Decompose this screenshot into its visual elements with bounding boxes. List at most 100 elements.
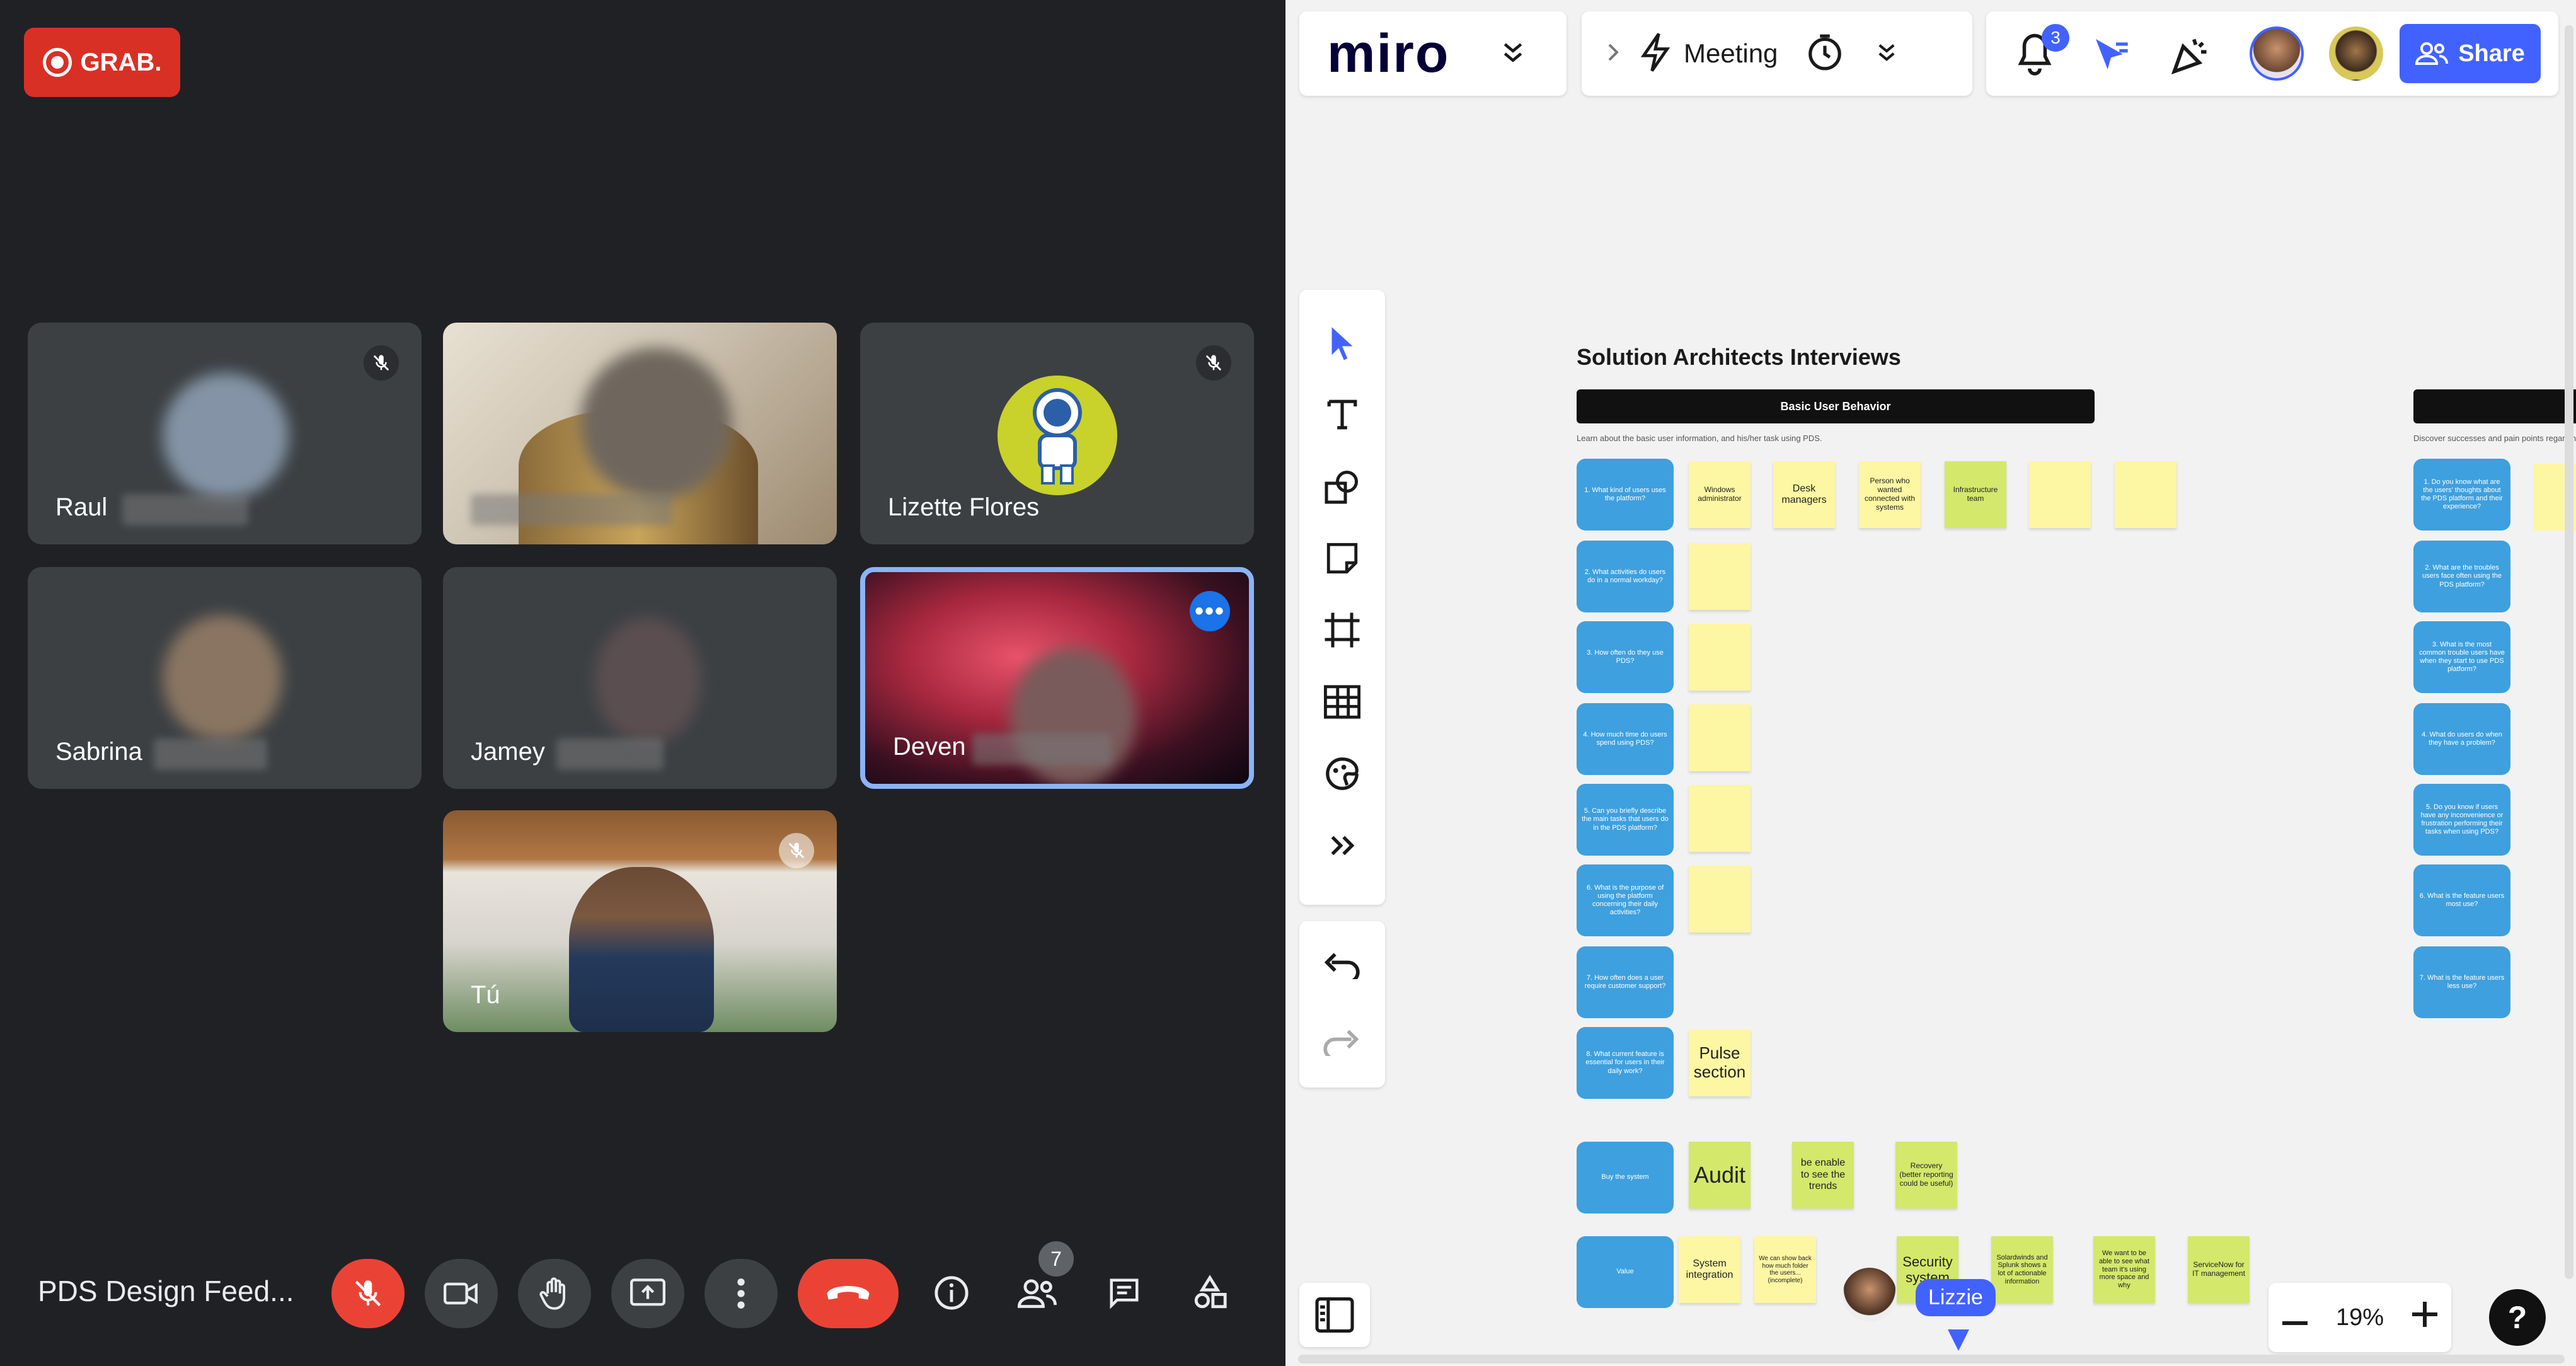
question-card[interactable]: 1. What kind of users uses the platform? xyxy=(1577,459,1674,531)
frames-panel-button[interactable] xyxy=(1299,1283,1370,1347)
collaborator-avatar[interactable] xyxy=(2329,26,2383,81)
question-card[interactable]: 6. What is the purpose of using the plat… xyxy=(1577,864,1674,936)
blurred-name xyxy=(471,494,672,525)
board-menu-chevron-icon[interactable] xyxy=(1502,40,1524,68)
more-actions-button[interactable] xyxy=(704,1259,778,1328)
recording-indicator[interactable]: GRAB. xyxy=(24,28,180,97)
frame-tool-icon[interactable] xyxy=(1320,607,1365,653)
zoom-out-icon[interactable] xyxy=(2282,1304,2308,1331)
raise-hand-button[interactable] xyxy=(518,1259,591,1328)
participant-tile-jamey[interactable]: Jamey xyxy=(443,567,837,789)
sticky-note[interactable]: Recovery (better reporting could be usef… xyxy=(1895,1142,1957,1208)
question-card[interactable]: 3. What is the most common trouble users… xyxy=(2413,621,2510,693)
record-icon xyxy=(42,48,72,77)
participant-tile-sabrina[interactable]: Sabrina xyxy=(28,567,422,789)
mic-toggle-button[interactable] xyxy=(331,1259,405,1328)
participant-tile-lizette[interactable]: Lizette Flores xyxy=(860,323,1254,544)
sticky-note[interactable] xyxy=(2029,461,2091,528)
miro-board[interactable]: miro Meeting 3 Share Solution Architects… xyxy=(1285,0,2576,1366)
meeting-info-button[interactable] xyxy=(926,1268,977,1318)
sticky-note[interactable] xyxy=(1689,785,1751,852)
undo-icon[interactable] xyxy=(1322,949,1361,984)
text-tool-icon[interactable] xyxy=(1320,392,1365,437)
zoom-level[interactable]: 19% xyxy=(2336,1304,2384,1331)
section-subtitle-2[interactable]: Discover successes and pain points regar… xyxy=(2413,433,2576,443)
section-header[interactable]: Basic User Behavior xyxy=(1577,389,2095,423)
redo-icon[interactable] xyxy=(1322,1026,1361,1061)
sticky-note[interactable]: ServiceNow for IT management xyxy=(2188,1236,2250,1303)
question-card[interactable]: 5. Can you briefly describe the main tas… xyxy=(1577,784,1674,856)
blurred-surname xyxy=(972,733,1111,765)
activities-button[interactable] xyxy=(1185,1268,1235,1318)
category-card[interactable]: Value xyxy=(1577,1236,1674,1308)
question-card[interactable]: 2. What are the troubles users face ofte… xyxy=(2413,541,2510,612)
category-card[interactable]: Buy the system xyxy=(1577,1142,1674,1214)
question-card[interactable]: 1. Do you know what are the users' thoug… xyxy=(2413,459,2510,531)
avatar xyxy=(1010,648,1136,784)
question-card[interactable]: 3. How often do they use PDS? xyxy=(1577,621,1674,693)
chevron-right-icon[interactable] xyxy=(1607,42,1619,66)
reactions-icon[interactable] xyxy=(2091,34,2131,77)
table-tool-icon[interactable] xyxy=(1320,679,1365,725)
participant-tile-raul[interactable]: Raul xyxy=(28,323,422,544)
question-card[interactable]: 5. Do you know if users have any inconve… xyxy=(2413,784,2510,856)
question-card[interactable]: 4. What do users do when they have a pro… xyxy=(2413,703,2510,775)
participant-tile-2[interactable] xyxy=(443,323,837,544)
sticky-note[interactable]: Pulse section xyxy=(1689,1030,1751,1096)
double-chevron-down-icon[interactable] xyxy=(1877,41,1896,67)
more-options-button[interactable]: ••• xyxy=(1190,591,1230,631)
sticky-note-tool-icon[interactable] xyxy=(1320,536,1365,581)
vertical-scrollbar[interactable] xyxy=(2565,25,2573,1279)
sticky-note[interactable]: Infrastructure team xyxy=(1945,461,2006,528)
sticky-note[interactable]: We want to be able to see what team it's… xyxy=(2093,1236,2155,1303)
camera-toggle-button[interactable] xyxy=(425,1259,498,1328)
sticky-note[interactable] xyxy=(1689,704,1751,771)
sticky-note[interactable]: Audit xyxy=(1689,1142,1751,1208)
sticky-note[interactable]: Solardwinds and Splunk shows a lot of ac… xyxy=(1991,1236,2053,1303)
notification-badge: 3 xyxy=(2042,24,2069,52)
sticky-note[interactable]: Person who wanted connected with systems xyxy=(1859,461,1921,528)
meeting-label[interactable]: Meeting xyxy=(1684,38,1778,69)
sticky-note[interactable] xyxy=(1689,624,1751,691)
zoom-in-icon[interactable] xyxy=(2412,1302,2437,1333)
collaborator-avatar[interactable] xyxy=(2250,26,2304,81)
question-card[interactable]: 8. What current feature is essential for… xyxy=(1577,1027,1674,1099)
horizontal-scrollbar[interactable] xyxy=(1298,1355,2565,1363)
zoom-controls: 19% xyxy=(2268,1283,2451,1352)
question-card[interactable]: 6. What is the feature users most use? xyxy=(2413,864,2510,936)
share-button[interactable]: Share xyxy=(2400,24,2541,83)
frame-title[interactable]: Solution Architects Interviews xyxy=(1577,344,1901,370)
sticky-note[interactable]: Desk managers xyxy=(1773,461,1835,528)
participant-tile-self[interactable]: Tú xyxy=(443,810,837,1032)
question-card[interactable]: 2. What activities do users do in a norm… xyxy=(1577,541,1674,612)
help-button[interactable]: ? xyxy=(2489,1289,2546,1346)
sticky-note[interactable] xyxy=(1689,866,1751,933)
select-cursor-icon[interactable] xyxy=(1320,320,1365,365)
sticky-note[interactable]: System integration xyxy=(1679,1236,1740,1303)
question-card[interactable]: 7. What is the feature users less use? xyxy=(2413,946,2510,1018)
sticker-tool-icon[interactable] xyxy=(1320,751,1365,796)
sticky-note[interactable]: be enable to see the trends xyxy=(1792,1142,1854,1208)
sticky-note[interactable] xyxy=(1689,543,1751,610)
section-subtitle[interactable]: Learn about the basic user information, … xyxy=(1577,433,1822,443)
meeting-title[interactable]: PDS Design Feed... xyxy=(38,1274,294,1308)
sticky-note[interactable] xyxy=(2115,461,2176,528)
celebrate-icon[interactable] xyxy=(2169,34,2212,80)
timer-icon[interactable] xyxy=(1805,33,1844,75)
creation-toolbar xyxy=(1299,290,1385,905)
participant-tile-deven[interactable]: ••• Deven xyxy=(860,567,1254,789)
shapes-tool-icon[interactable] xyxy=(1320,464,1365,509)
question-card[interactable]: 4. How much time do users spend using PD… xyxy=(1577,703,1674,775)
chat-button[interactable] xyxy=(1099,1268,1149,1318)
sticky-note[interactable]: We can show back how much folder the use… xyxy=(1754,1236,1816,1303)
sticky-note[interactable]: Windows administrator xyxy=(1689,461,1751,528)
miro-main-menu: miro xyxy=(1299,11,1567,96)
present-screen-button[interactable] xyxy=(611,1259,684,1328)
miro-logo[interactable]: miro xyxy=(1327,23,1449,85)
more-tools-icon[interactable] xyxy=(1320,823,1365,868)
question-card[interactable]: 7. How often does a user require custome… xyxy=(1577,946,1674,1018)
sidebar-icon xyxy=(1315,1297,1354,1333)
lightning-icon xyxy=(1638,32,1672,76)
section-header-2[interactable] xyxy=(2413,389,2576,423)
leave-call-button[interactable] xyxy=(798,1259,899,1328)
